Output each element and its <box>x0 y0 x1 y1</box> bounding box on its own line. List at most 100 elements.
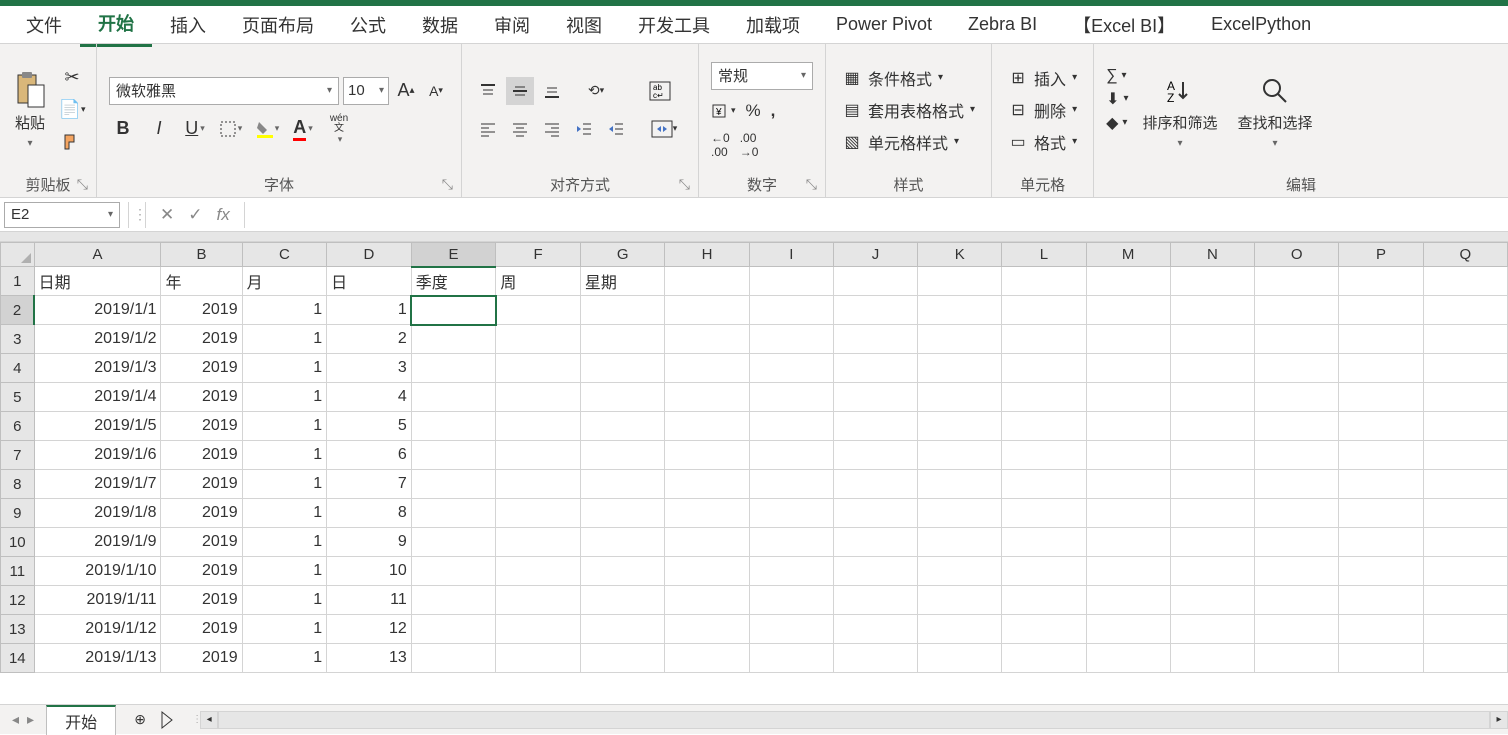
cell-L7[interactable] <box>1002 441 1086 470</box>
align-center-button[interactable] <box>506 115 534 143</box>
name-box[interactable]: E2▾ <box>4 202 120 228</box>
decrease-decimal-button[interactable]: .00→0 <box>740 132 759 158</box>
row-header-11[interactable]: 11 <box>1 557 35 586</box>
format-cells-button[interactable]: ▭格式 ▾ <box>1004 128 1081 156</box>
cell-G9[interactable] <box>580 499 665 528</box>
cell-N3[interactable] <box>1170 325 1254 354</box>
format-painter-button[interactable] <box>58 129 86 155</box>
tab-审阅[interactable]: 审阅 <box>476 4 548 46</box>
cell-P4[interactable] <box>1339 354 1423 383</box>
scroll-left-button[interactable]: ◂ <box>200 711 218 729</box>
cell-I3[interactable] <box>749 325 833 354</box>
cell-B4[interactable]: 2019 <box>161 354 242 383</box>
tab-Power Pivot[interactable]: Power Pivot <box>818 6 950 43</box>
insert-cells-button[interactable]: ⊞插入 ▾ <box>1004 64 1081 92</box>
cell-L14[interactable] <box>1002 644 1086 673</box>
tab-文件[interactable]: 文件 <box>8 4 80 46</box>
cell-L11[interactable] <box>1002 557 1086 586</box>
cell-J3[interactable] <box>833 325 917 354</box>
cell-D2[interactable]: 1 <box>327 296 412 325</box>
clear-button[interactable]: ◆ ▾ <box>1106 113 1128 133</box>
comma-button[interactable]: , <box>771 98 776 124</box>
tab-ExcelPython[interactable]: ExcelPython <box>1193 6 1329 43</box>
cell-P7[interactable] <box>1339 441 1423 470</box>
cell-N6[interactable] <box>1170 412 1254 441</box>
cell-I13[interactable] <box>749 615 833 644</box>
cell-A12[interactable]: 2019/1/11 <box>34 586 161 615</box>
cell-G14[interactable] <box>580 644 665 673</box>
cell-J7[interactable] <box>833 441 917 470</box>
cell-styles-button[interactable]: ▧单元格样式 ▾ <box>838 128 979 156</box>
clipboard-launcher-icon[interactable]: ⤡ <box>77 176 88 193</box>
cell-C1[interactable]: 月 <box>242 267 327 296</box>
cell-G13[interactable] <box>580 615 665 644</box>
cell-M11[interactable] <box>1086 557 1170 586</box>
cell-D8[interactable]: 7 <box>327 470 412 499</box>
cell-L13[interactable] <box>1002 615 1086 644</box>
number-launcher-icon[interactable]: ⤡ <box>806 176 817 193</box>
cell-O1[interactable] <box>1255 267 1339 296</box>
italic-button[interactable]: I <box>145 115 173 143</box>
cell-J12[interactable] <box>833 586 917 615</box>
row-header-9[interactable]: 9 <box>1 499 35 528</box>
cell-O13[interactable] <box>1255 615 1339 644</box>
sheet-next-button[interactable]: ▸ <box>27 711 34 728</box>
add-sheet-button[interactable]: ⊕ <box>126 706 154 734</box>
cell-C4[interactable]: 1 <box>242 354 327 383</box>
cell-M8[interactable] <box>1086 470 1170 499</box>
cell-M2[interactable] <box>1086 296 1170 325</box>
align-top-button[interactable] <box>474 77 502 105</box>
cell-Q4[interactable] <box>1423 354 1507 383</box>
cell-L1[interactable] <box>1002 267 1086 296</box>
cell-G5[interactable] <box>580 383 665 412</box>
cell-J10[interactable] <box>833 528 917 557</box>
cell-P12[interactable] <box>1339 586 1423 615</box>
cell-B1[interactable]: 年 <box>161 267 242 296</box>
cell-J8[interactable] <box>833 470 917 499</box>
cell-J1[interactable] <box>833 267 917 296</box>
sort-filter-button[interactable]: AZ 排序和筛选▾ <box>1137 67 1224 153</box>
cell-B5[interactable]: 2019 <box>161 383 242 412</box>
cell-O10[interactable] <box>1255 528 1339 557</box>
cell-F10[interactable] <box>496 528 581 557</box>
cell-M13[interactable] <box>1086 615 1170 644</box>
tab-公式[interactable]: 公式 <box>332 4 404 46</box>
cell-I8[interactable] <box>749 470 833 499</box>
cell-D6[interactable]: 5 <box>327 412 412 441</box>
row-header-2[interactable]: 2 <box>1 296 35 325</box>
cell-N8[interactable] <box>1170 470 1254 499</box>
cell-M10[interactable] <box>1086 528 1170 557</box>
cell-J4[interactable] <box>833 354 917 383</box>
cell-E7[interactable] <box>411 441 496 470</box>
cell-I7[interactable] <box>749 441 833 470</box>
scroll-right-button[interactable]: ▸ <box>1490 711 1508 729</box>
sheet-prev-button[interactable]: ◂ <box>12 711 19 728</box>
cell-G7[interactable] <box>580 441 665 470</box>
cell-F1[interactable]: 周 <box>496 267 581 296</box>
cell-Q14[interactable] <box>1423 644 1507 673</box>
cell-E3[interactable] <box>411 325 496 354</box>
cell-D3[interactable]: 2 <box>327 325 412 354</box>
cell-A9[interactable]: 2019/1/8 <box>34 499 161 528</box>
cell-L3[interactable] <box>1002 325 1086 354</box>
cell-E9[interactable] <box>411 499 496 528</box>
cell-E8[interactable] <box>411 470 496 499</box>
font-launcher-icon[interactable]: ⤡ <box>442 176 453 193</box>
align-left-button[interactable] <box>474 115 502 143</box>
enter-formula-button[interactable]: ✓ <box>188 205 202 225</box>
tab-数据[interactable]: 数据 <box>404 4 476 46</box>
cell-H14[interactable] <box>665 644 749 673</box>
cell-B13[interactable]: 2019 <box>161 615 242 644</box>
cell-A13[interactable]: 2019/1/12 <box>34 615 161 644</box>
cell-C12[interactable]: 1 <box>242 586 327 615</box>
cell-B11[interactable]: 2019 <box>161 557 242 586</box>
column-header-O[interactable]: O <box>1255 243 1339 267</box>
cell-A11[interactable]: 2019/1/10 <box>34 557 161 586</box>
cell-O7[interactable] <box>1255 441 1339 470</box>
column-header-C[interactable]: C <box>242 243 327 267</box>
cell-G11[interactable] <box>580 557 665 586</box>
autosum-button[interactable]: ∑ ▾ <box>1106 67 1128 85</box>
cell-F5[interactable] <box>496 383 581 412</box>
cell-M9[interactable] <box>1086 499 1170 528</box>
cell-O6[interactable] <box>1255 412 1339 441</box>
